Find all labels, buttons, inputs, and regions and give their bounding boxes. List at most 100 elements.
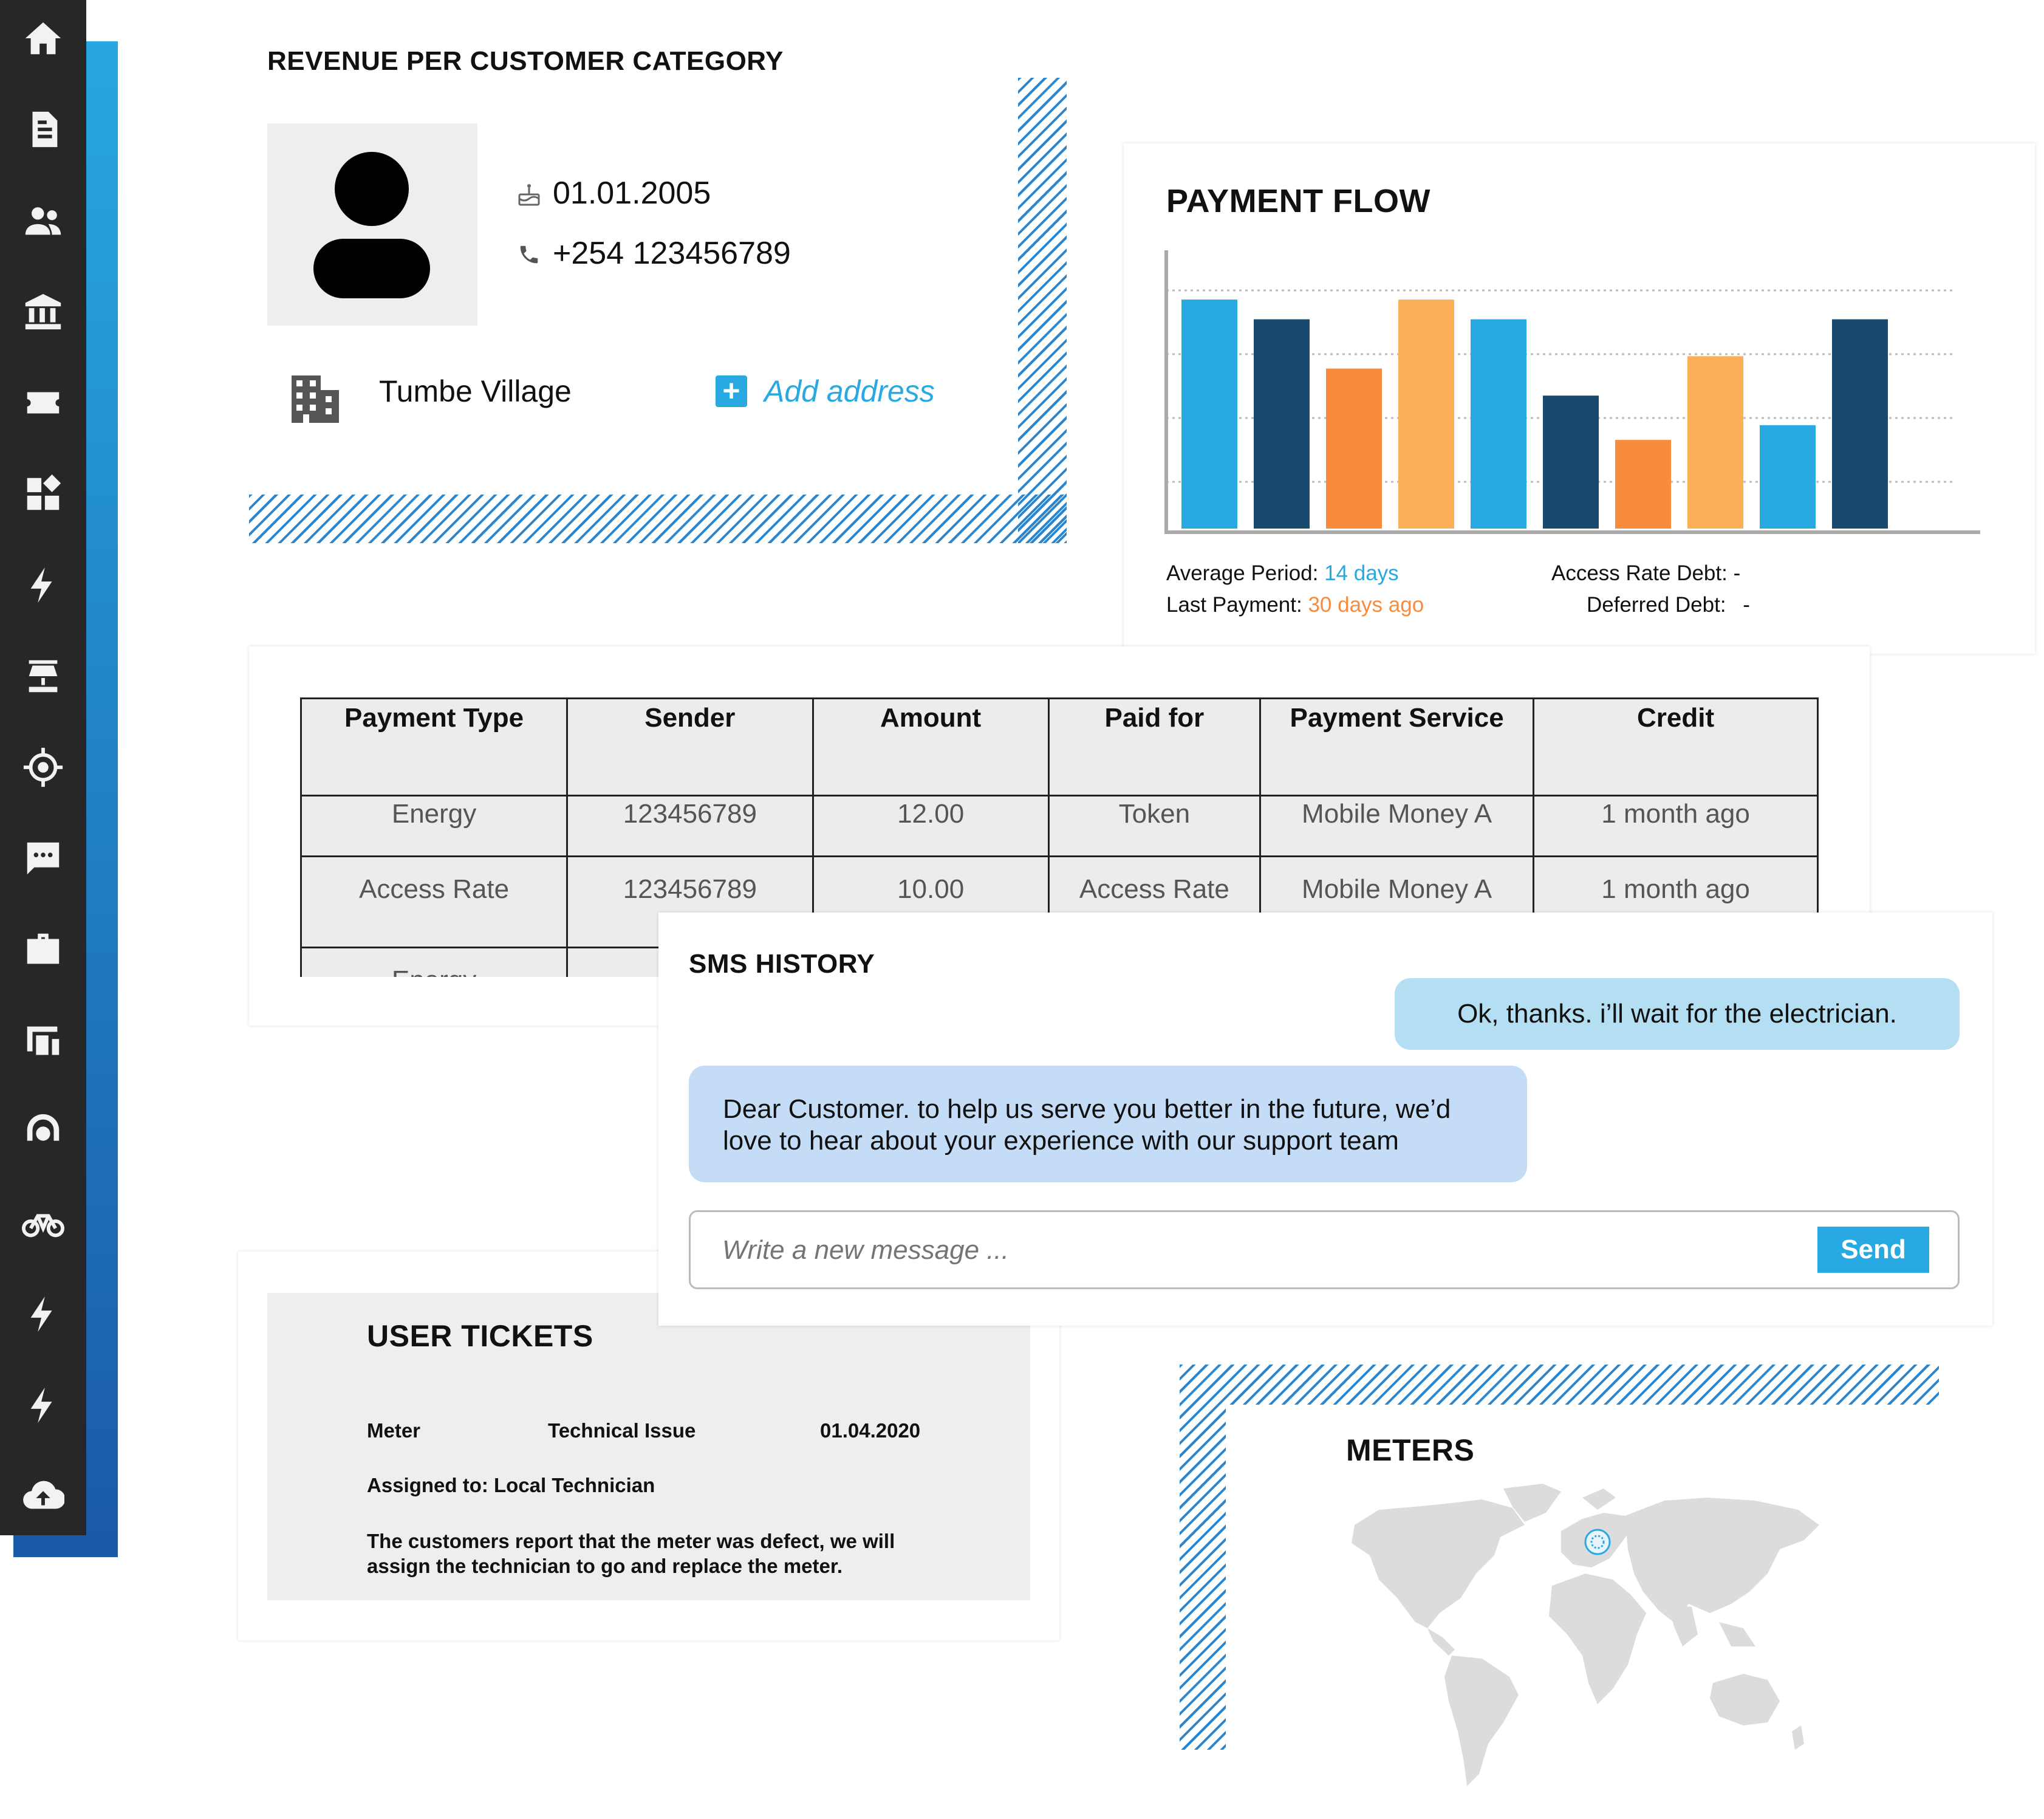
table-cell: Access Rate [300,855,569,948]
meter-marker-icon[interactable] [1584,1529,1611,1555]
home-icon [25,22,61,55]
nav-solar[interactable] [0,643,86,710]
chart-bar [1326,368,1382,529]
ticket-assigned: Assigned to: Local Technician [367,1474,655,1496]
table-row[interactable]: Energy 123456789 12.00 Token Mobile Mone… [300,795,1819,857]
solar-panel-icon [29,660,58,693]
chart-bar [1254,319,1310,529]
access-rate-debt-label: Access Rate Debt: [1551,561,1728,585]
address-text: Tumbe Village [379,374,572,408]
nav-devices[interactable] [0,1007,86,1074]
lightning-icon [30,567,52,603]
table-header-row: Payment Type Sender Amount Paid for Paym… [300,697,1819,796]
chart-bar [1687,356,1743,529]
ticket-type: Technical Issue [548,1419,696,1442]
table-cell: 123456789 [566,795,814,857]
deferred-debt-value: - [1743,593,1750,617]
birth-date: 01.01.2005 [553,176,711,211]
nav-banking[interactable] [0,278,86,345]
last-payment-value: 30 days ago [1308,593,1424,617]
deferred-debt-row: Deferred Debt: - [1587,593,1750,617]
nav-customers[interactable] [0,187,86,254]
nav-messages[interactable] [0,825,86,892]
table-cell: 12.00 [812,795,1050,857]
plus-icon: + [716,375,747,407]
phone-icon [518,243,541,266]
devices-icon [27,1026,60,1055]
table-cell: Energy [300,795,569,857]
send-button[interactable]: Send [1817,1227,1929,1273]
sms-history-heading: SMS HISTORY [689,949,875,979]
message-input-wrap: Send [689,1210,1960,1289]
add-address-button[interactable]: + Add address [716,372,935,411]
world-map [1352,1484,1819,1786]
cake-icon [518,182,541,207]
hatch-decoration [1180,1365,1226,1750]
ticket-description: The customers report that the meter was … [367,1530,895,1577]
bike-icon [22,1214,64,1238]
chart-bar [1181,300,1237,529]
ticket-icon [27,392,60,414]
target-icon [23,747,63,787]
bank-icon [25,293,61,330]
hatch-decoration [249,495,1067,543]
support-agent-icon [27,1114,60,1141]
message-input[interactable] [721,1230,1695,1270]
average-period-value: 14 days [1324,561,1399,585]
nav-documents[interactable] [0,96,86,163]
table-cell: Mobile Money A [1259,795,1535,857]
avatar [267,123,477,326]
chart-bar [1832,319,1888,529]
ticket-category: Meter [367,1419,421,1442]
building-icon [287,372,343,423]
nav-support[interactable] [0,1098,86,1165]
average-period-row: Average Period: 14 days [1166,561,1399,586]
table-cell: 1 month ago [1533,795,1819,857]
user-tickets-heading: USER TICKETS [367,1319,593,1353]
user-icon [313,152,430,298]
customer-section-heading: REVENUE PER CUSTOMER CATEGORY [267,46,784,76]
nav-ebike[interactable] [0,1190,86,1256]
last-payment-label: Last Payment: [1166,593,1302,617]
deferred-debt-label: Deferred Debt: [1587,593,1726,617]
outgoing-message-text: Ok, thanks. i’ll wait for the electricia… [1457,999,1897,1029]
nav-upload[interactable] [0,1463,86,1530]
column-header: Credit [1533,697,1819,796]
incoming-message-text: Dear Customer. to help us serve you bett… [723,1094,1451,1156]
column-header: Amount [812,697,1050,796]
column-header: Sender [566,697,814,796]
payment-flow-chart [1164,250,1980,534]
nav-home[interactable] [0,5,86,72]
chart-bar [1760,425,1816,529]
chart-bar [1471,319,1526,529]
chart-bar [1543,396,1599,529]
phone-number: +254 123456789 [553,236,791,271]
nav-widgets[interactable] [0,461,86,527]
nav-power-2[interactable] [0,1372,86,1439]
table-cell: Energy [300,947,569,977]
outgoing-message-bubble: Ok, thanks. i’ll wait for the electricia… [1395,978,1960,1050]
lightning-icon [30,1387,52,1423]
chat-icon [27,842,60,875]
ticket-date: 01.04.2020 [820,1419,921,1442]
column-header: Payment Service [1259,697,1535,796]
nav-power[interactable] [0,1281,86,1348]
nav-work[interactable] [0,916,86,983]
chart-bar [1398,300,1454,529]
access-rate-debt-row: Access Rate Debt: - [1551,561,1740,586]
document-icon [32,111,58,148]
cloud-upload-icon [23,1481,64,1509]
nav-energy[interactable] [0,552,86,618]
briefcase-icon [27,933,60,964]
last-payment-row: Last Payment: 30 days ago [1166,593,1424,617]
nav-location[interactable] [0,734,86,801]
sidebar [0,0,86,1535]
column-header: Paid for [1047,697,1262,796]
hatch-decoration [1180,1365,1939,1405]
add-address-label: Add address [764,374,935,408]
nav-tickets[interactable] [0,369,86,436]
chart-bar [1615,440,1671,529]
people-icon [25,207,61,235]
meters-heading: METERS [1346,1433,1475,1467]
table-cell: Token [1047,795,1262,857]
